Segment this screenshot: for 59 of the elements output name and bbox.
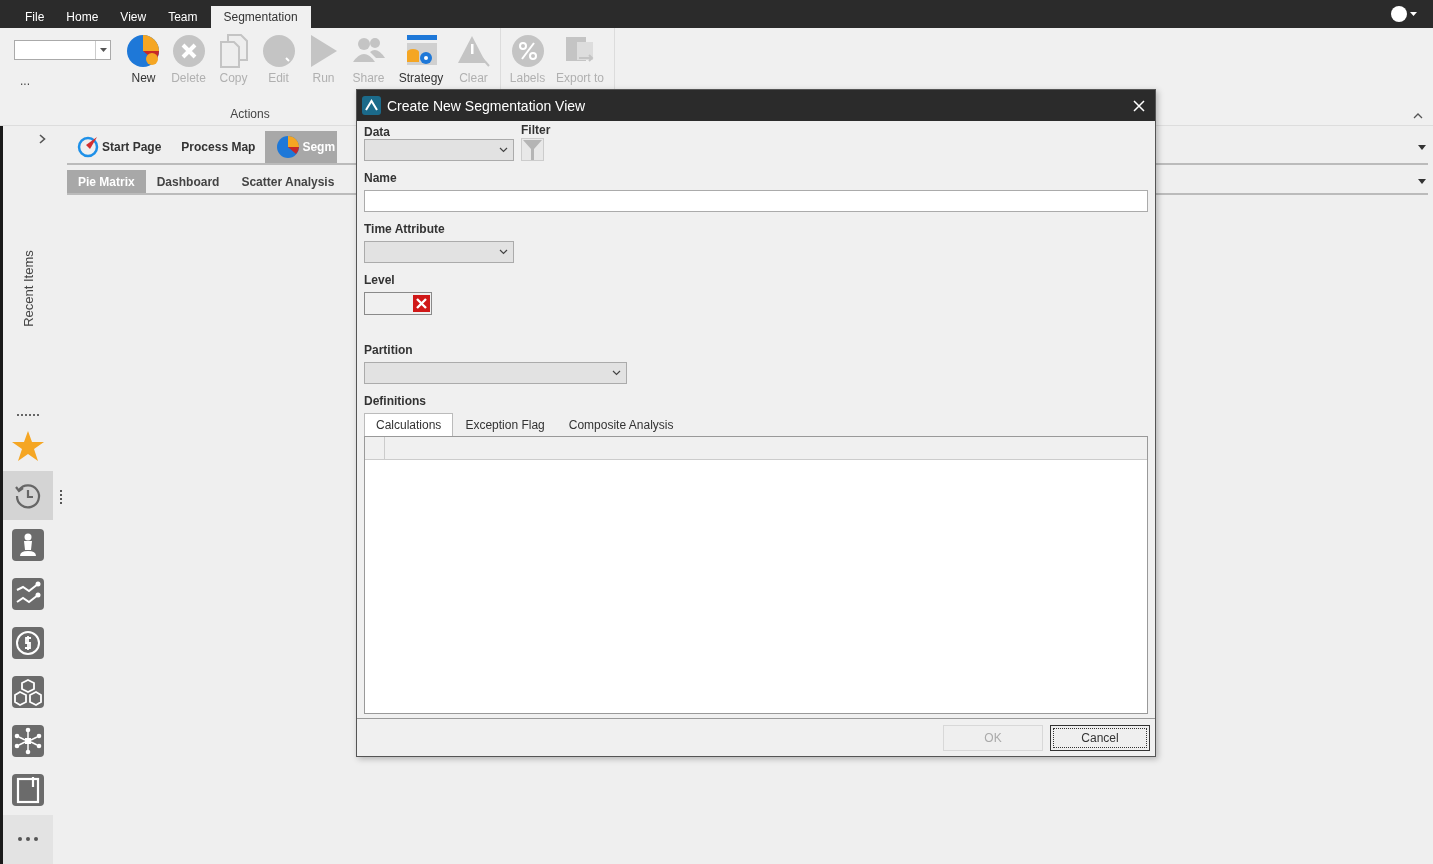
recent-items-label[interactable]: Recent Items [20, 249, 36, 327]
dialog-button[interactable]: Cancel [1050, 724, 1150, 751]
grip-icon [60, 490, 63, 505]
field-label: Level [364, 273, 396, 287]
caret-icon[interactable] [1418, 144, 1426, 150]
network-icon [12, 725, 44, 758]
field-label: Partition [364, 343, 414, 357]
ribbon-button[interactable]: Strategy [391, 28, 451, 85]
pie-chart-icon [277, 136, 300, 158]
avatar-icon [1391, 6, 1407, 22]
error-icon [413, 295, 430, 312]
percent-icon [510, 34, 545, 68]
field-label: Name [364, 171, 398, 185]
history-icon [14, 481, 42, 510]
field-label: Definitions [364, 394, 427, 408]
warning-icon [456, 35, 491, 67]
user-menu[interactable] [1391, 6, 1417, 22]
close-icon [171, 34, 206, 68]
definitions-tab[interactable]: Composite Analysis [556, 413, 686, 436]
chevron-down-icon [612, 370, 621, 376]
field-label: Time Attribute [364, 222, 446, 236]
caret-icon [99, 48, 107, 52]
pie-chart-icon [126, 34, 161, 68]
play-icon [309, 34, 338, 68]
copy-icon [218, 34, 249, 68]
analysis-tab[interactable]: Dashboard [145, 170, 231, 193]
collapse-icon[interactable] [1413, 113, 1423, 119]
line-chart-icon [12, 577, 44, 610]
cubes-icon [12, 676, 44, 709]
notebook-icon [12, 774, 44, 807]
document-tab[interactable]: Start Page [67, 131, 172, 163]
app-logo-icon [362, 96, 381, 115]
caret-icon[interactable] [1418, 179, 1426, 184]
chevron-down-icon [499, 147, 508, 153]
document-tab[interactable]: Process Map [171, 131, 266, 163]
ribbon-button[interactable]: New [121, 28, 166, 85]
close-icon [1133, 99, 1145, 112]
field-label: Data [364, 125, 391, 139]
dollar-clock-icon [12, 627, 44, 659]
more-label[interactable]: ... [14, 78, 111, 84]
definitions-tab[interactable]: Exception Flag [453, 413, 557, 436]
menu-tab[interactable]: Segmentation [210, 6, 311, 28]
level-field[interactable] [364, 292, 432, 315]
chess-piece-icon [12, 528, 44, 561]
circle-icon [261, 34, 296, 68]
caret-icon [1410, 12, 1417, 16]
analysis-tab[interactable]: Scatter Analysis [230, 170, 346, 193]
database-gear-icon [404, 34, 438, 68]
chevron-down-icon [499, 249, 508, 255]
field-label: Filter [521, 123, 551, 137]
close-button[interactable] [1133, 99, 1145, 112]
star-icon [12, 431, 44, 463]
chevron-right-icon[interactable] [39, 134, 46, 144]
filter-icon [523, 139, 542, 160]
more-icon [18, 837, 38, 842]
compass-icon [77, 136, 99, 158]
dialog-title: Create New Segmentation View [387, 97, 586, 114]
name-field[interactable] [364, 190, 1148, 212]
definitions-tab[interactable]: Calculations [364, 413, 454, 436]
